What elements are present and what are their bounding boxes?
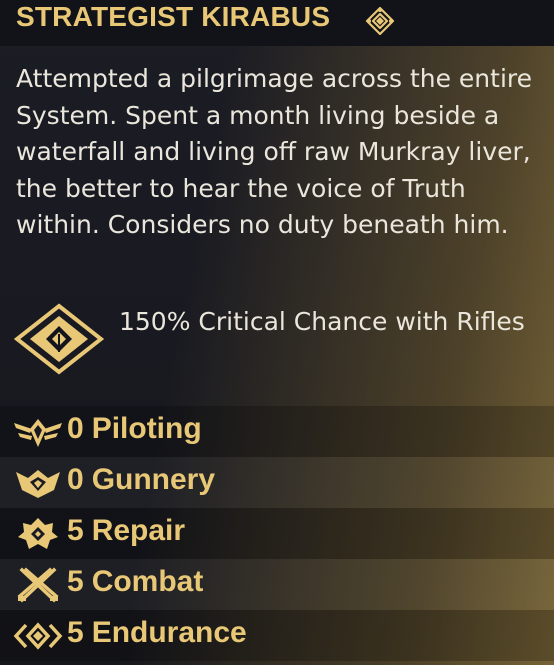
gunnery-crown-icon <box>16 470 60 498</box>
skill-name: Piloting <box>91 412 202 445</box>
gold-diamond-trait-icon <box>14 303 104 375</box>
piloting-wings-icon <box>14 419 62 447</box>
repair-gear-icon <box>18 518 58 549</box>
combat-crossed-swords-icon <box>17 567 59 603</box>
skill-name: Combat <box>91 565 204 598</box>
skill-name: Endurance <box>91 616 247 649</box>
skill-label-repair: 5 Repair <box>67 514 185 548</box>
skill-value: 5 <box>67 616 84 649</box>
skill-value: 5 <box>67 514 84 547</box>
skill-row-repair: 5 Repair <box>0 508 554 559</box>
skill-row-gunnery: 0 Gunnery <box>0 457 554 508</box>
trait-description: 150% Critical Chance with Rifles <box>119 307 525 336</box>
skill-row-piloting: 0 Piloting <box>0 406 554 457</box>
skill-value: 0 <box>67 463 84 496</box>
character-bio: Attempted a pilgrimage across the entire… <box>16 64 533 239</box>
skill-value: 5 <box>67 565 84 598</box>
faction-emblem-icon <box>365 6 395 36</box>
skill-value: 0 <box>67 412 84 445</box>
skill-label-piloting: 0 Piloting <box>67 412 202 446</box>
skill-name: Gunnery <box>91 463 216 496</box>
skill-name: Repair <box>91 514 186 547</box>
skill-row-combat: 5 Combat <box>0 559 554 610</box>
skill-label-gunnery: 0 Gunnery <box>67 463 215 497</box>
skill-row-endurance: 5 Endurance <box>0 610 554 661</box>
character-name: STRATEGIST KIRABUS <box>16 1 331 32</box>
skills-list: 0 Piloting 0 Gunnery 5 Repair 5 Combat 5… <box>0 406 554 661</box>
character-card: STRATEGIST KIRABUS Attempted a pilgrimag… <box>0 0 554 665</box>
skill-label-endurance: 5 Endurance <box>67 616 247 650</box>
skill-label-combat: 5 Combat <box>67 565 203 599</box>
endurance-chevrons-icon <box>13 622 63 650</box>
